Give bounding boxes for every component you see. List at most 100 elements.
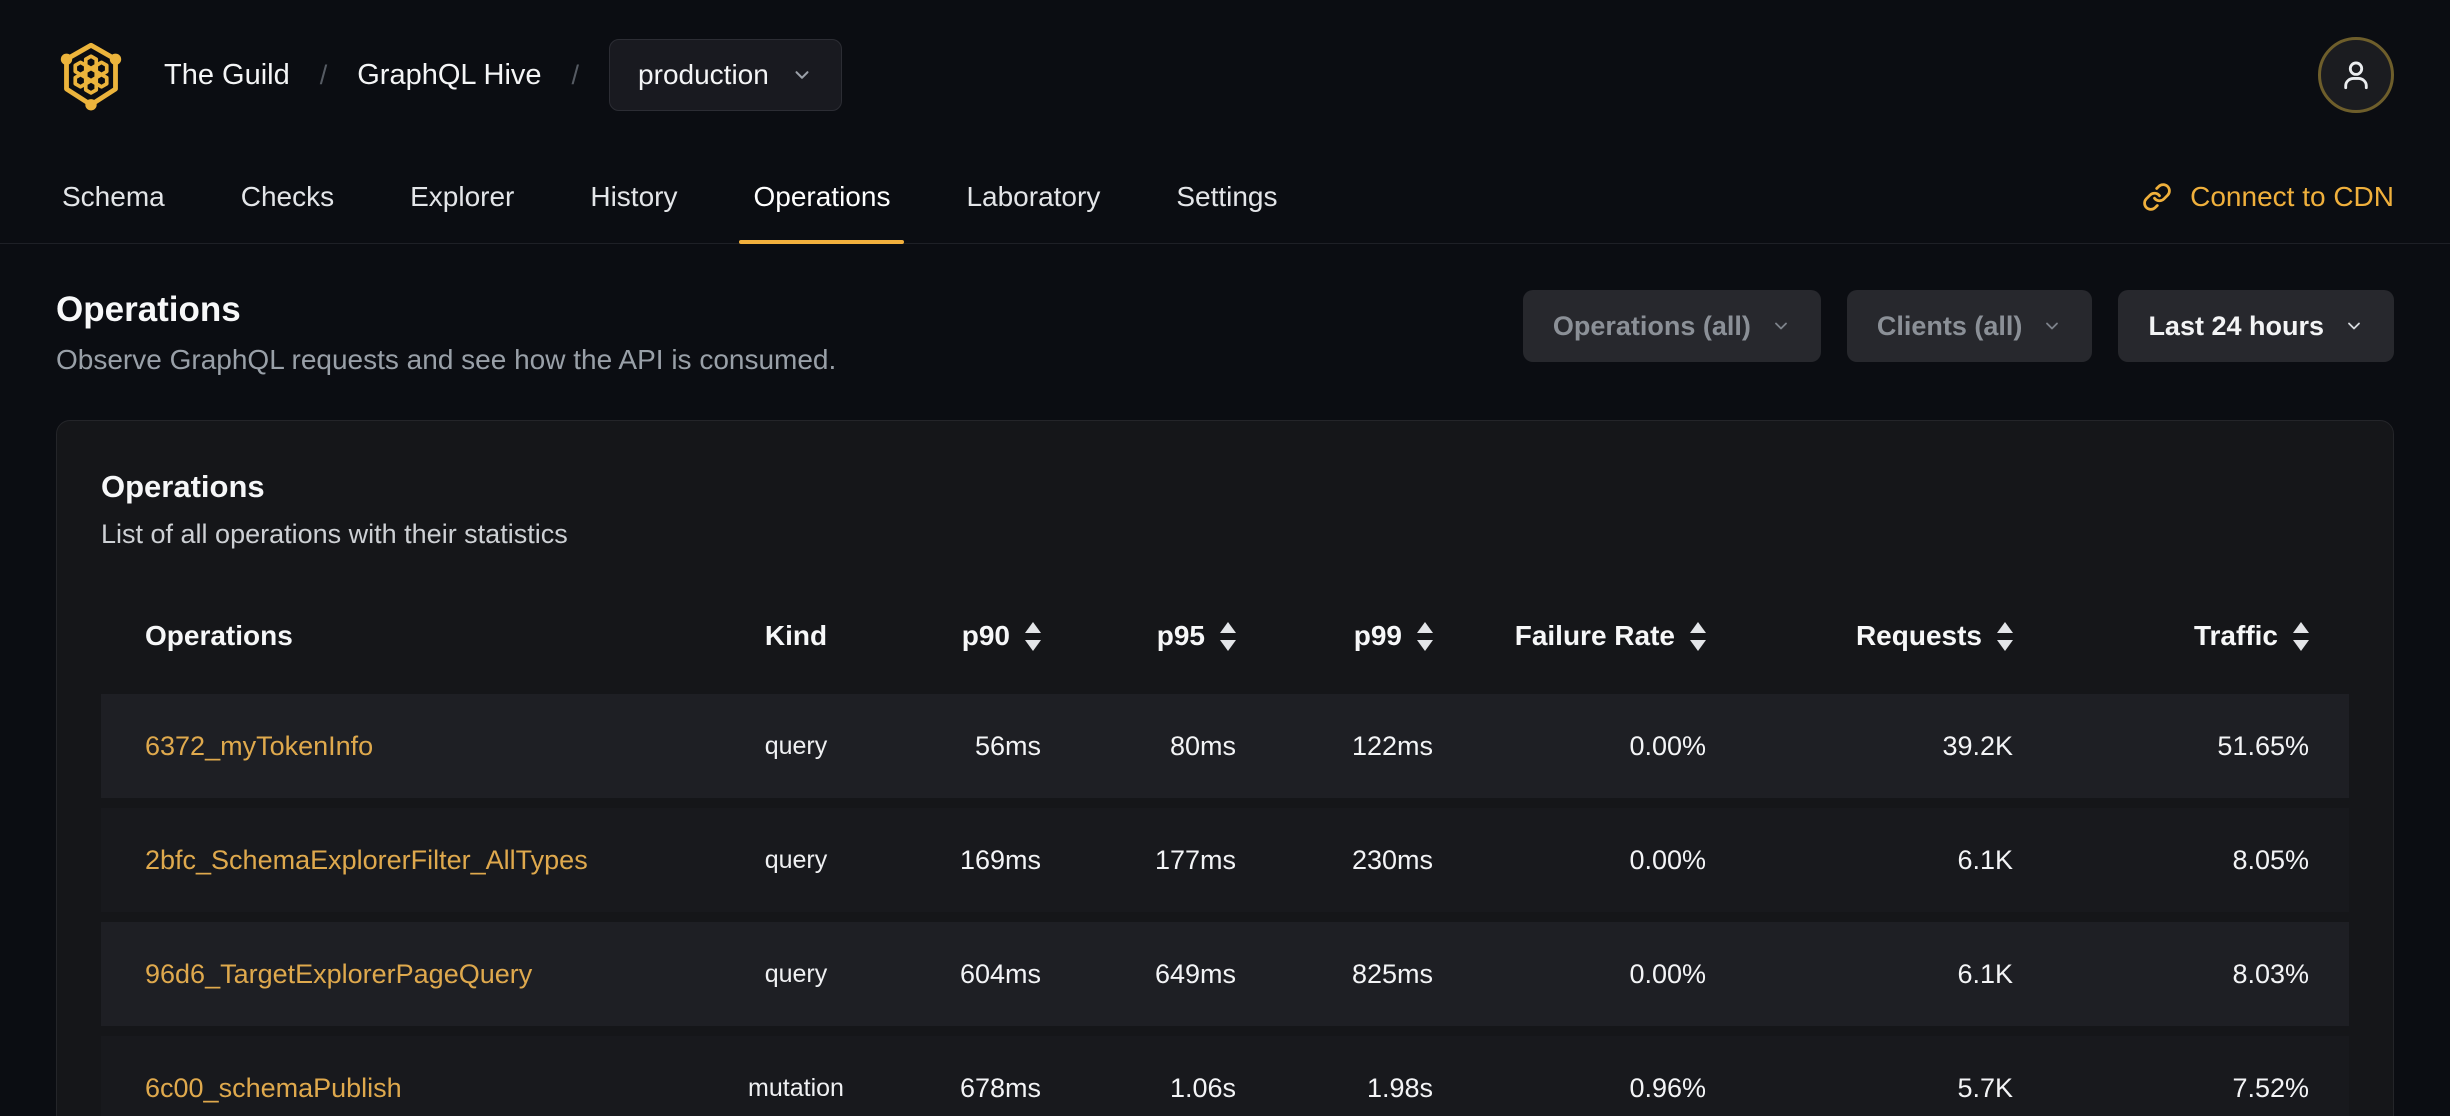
column-header-traffic: Traffic bbox=[2013, 620, 2309, 652]
failure-rate-value: 0.00% bbox=[1629, 844, 1706, 875]
tab-explorer[interactable]: Explorer bbox=[404, 150, 520, 243]
table-header-row: Operations Kind p90 p95 p99 Failure Rate… bbox=[101, 588, 2349, 684]
tab-schema[interactable]: Schema bbox=[56, 150, 171, 243]
operations-card: Operations List of all operations with t… bbox=[56, 420, 2394, 1116]
operation-kind: query bbox=[764, 959, 828, 988]
p95-value: 649ms bbox=[1154, 958, 1236, 989]
operations-filter-label: Operations (all) bbox=[1552, 310, 1751, 341]
operation-kind: query bbox=[764, 731, 828, 760]
page-header: Operations Observe GraphQL requests and … bbox=[56, 290, 2394, 376]
app-header: The Guild / GraphQL Hive / production bbox=[0, 0, 2450, 150]
user-avatar-button[interactable] bbox=[2318, 37, 2394, 113]
sort-desc-icon bbox=[1690, 639, 1706, 651]
failure-rate-value: 0.00% bbox=[1629, 730, 1706, 761]
chevron-down-icon bbox=[1774, 322, 1787, 330]
operation-name-link[interactable]: 6372_myTokenInfo bbox=[101, 731, 661, 762]
p99-value: 122ms bbox=[1351, 730, 1433, 761]
chevron-down-icon bbox=[795, 71, 809, 79]
tab-history[interactable]: History bbox=[584, 150, 683, 243]
sort-toggle-failure-rate[interactable] bbox=[1690, 621, 1706, 651]
failure-rate-value: 0.00% bbox=[1629, 958, 1706, 989]
traffic-value: 8.03% bbox=[2232, 958, 2309, 989]
sort-asc-icon bbox=[1690, 621, 1706, 633]
date-range-dropdown[interactable]: Last 24 hours bbox=[2118, 290, 2394, 362]
column-header-operations: Operations bbox=[145, 620, 293, 651]
operation-name-link[interactable]: 2bfc_SchemaExplorerFilter_AllTypes bbox=[101, 845, 661, 876]
tab-settings[interactable]: Settings bbox=[1170, 150, 1283, 243]
table-row[interactable]: 6c00_schemaPublish mutation 678ms 1.06s … bbox=[101, 1036, 2349, 1116]
sort-desc-icon bbox=[1220, 639, 1236, 651]
p90-value: 169ms bbox=[959, 844, 1041, 875]
column-header-p99: p99 bbox=[1236, 620, 1433, 652]
table-row[interactable]: 6372_myTokenInfo query 56ms 80ms 122ms 0… bbox=[101, 694, 2349, 798]
requests-value: 6.1K bbox=[1957, 844, 2013, 875]
sort-desc-icon bbox=[1025, 639, 1041, 651]
main-content: Operations Observe GraphQL requests and … bbox=[0, 290, 2450, 1116]
link-icon bbox=[2143, 182, 2171, 211]
p90-value: 604ms bbox=[959, 958, 1041, 989]
requests-value: 5.7K bbox=[1957, 1072, 2013, 1103]
sort-toggle-traffic[interactable] bbox=[2293, 621, 2309, 651]
table-row[interactable]: 96d6_TargetExplorerPageQuery query 604ms… bbox=[101, 922, 2349, 1026]
column-header-p95: p95 bbox=[1041, 620, 1236, 652]
clients-filter-dropdown[interactable]: Clients (all) bbox=[1846, 290, 2093, 362]
operations-filter-dropdown[interactable]: Operations (all) bbox=[1522, 290, 1821, 362]
p99-value: 825ms bbox=[1351, 958, 1433, 989]
p99-value: 230ms bbox=[1351, 844, 1433, 875]
operation-name-link[interactable]: 96d6_TargetExplorerPageQuery bbox=[101, 959, 661, 990]
requests-value: 6.1K bbox=[1957, 958, 2013, 989]
p95-value: 80ms bbox=[1169, 730, 1236, 761]
target-selector-dropdown[interactable]: production bbox=[609, 39, 842, 111]
project-name[interactable]: GraphQL Hive bbox=[357, 59, 541, 92]
operation-name-link[interactable]: 6c00_schemaPublish bbox=[101, 1073, 661, 1104]
breadcrumb-separator: / bbox=[319, 59, 328, 90]
hive-logo-icon[interactable] bbox=[56, 37, 126, 113]
sort-desc-icon bbox=[1417, 639, 1433, 651]
breadcrumb-separator: / bbox=[571, 59, 580, 90]
sort-toggle-requests[interactable] bbox=[1997, 621, 2013, 651]
table-row[interactable]: 2bfc_SchemaExplorerFilter_AllTypes query… bbox=[101, 808, 2349, 912]
date-range-label: Last 24 hours bbox=[2148, 310, 2324, 341]
card-subtitle: List of all operations with their statis… bbox=[101, 519, 568, 549]
user-icon bbox=[2344, 61, 2368, 90]
traffic-value: 8.05% bbox=[2232, 844, 2309, 875]
page-title: Operations bbox=[56, 290, 241, 329]
filter-bar: Operations (all) Clients (all) Last 24 h… bbox=[1522, 290, 2394, 362]
sort-asc-icon bbox=[1220, 621, 1236, 633]
tab-laboratory[interactable]: Laboratory bbox=[960, 150, 1106, 243]
sort-desc-icon bbox=[2293, 639, 2309, 651]
sort-toggle-p90[interactable] bbox=[1025, 621, 1041, 651]
operation-kind: mutation bbox=[748, 1073, 844, 1102]
sort-toggle-p95[interactable] bbox=[1220, 621, 1236, 651]
failure-rate-value: 0.96% bbox=[1629, 1072, 1706, 1103]
column-header-p90: p90 bbox=[931, 620, 1041, 652]
sort-toggle-p99[interactable] bbox=[1417, 621, 1433, 651]
column-header-requests: Requests bbox=[1706, 620, 2013, 652]
p90-value: 56ms bbox=[974, 730, 1041, 761]
clients-filter-label: Clients (all) bbox=[1876, 310, 2023, 341]
sort-desc-icon bbox=[1997, 639, 2013, 651]
connect-to-cdn-label: Connect to CDN bbox=[2190, 180, 2394, 212]
p95-value: 177ms bbox=[1154, 844, 1236, 875]
p95-value: 1.06s bbox=[1169, 1072, 1236, 1103]
sort-asc-icon bbox=[2293, 621, 2309, 633]
chevron-down-icon bbox=[2046, 322, 2059, 330]
operation-kind: query bbox=[764, 845, 828, 874]
target-nav-tabs: Schema Checks Explorer History Operation… bbox=[0, 150, 2450, 244]
page-subtitle: Observe GraphQL requests and see how the… bbox=[56, 344, 837, 375]
sort-asc-icon bbox=[1025, 621, 1041, 633]
p90-value: 678ms bbox=[959, 1072, 1041, 1103]
chevron-down-icon bbox=[2348, 322, 2360, 330]
card-title: Operations bbox=[101, 469, 265, 504]
requests-value: 39.2K bbox=[1942, 730, 2013, 761]
operations-table: Operations Kind p90 p95 p99 Failure Rate… bbox=[101, 588, 2349, 1116]
column-header-kind: Kind bbox=[764, 620, 828, 651]
tab-checks[interactable]: Checks bbox=[235, 150, 340, 243]
sort-asc-icon bbox=[1417, 621, 1433, 633]
tab-operations[interactable]: Operations bbox=[739, 150, 905, 244]
p99-value: 1.98s bbox=[1366, 1072, 1433, 1103]
target-selector-value: production bbox=[638, 59, 769, 90]
connect-to-cdn-button[interactable]: Connect to CDN bbox=[2142, 150, 2394, 243]
traffic-value: 51.65% bbox=[2217, 730, 2309, 761]
org-name[interactable]: The Guild bbox=[164, 59, 290, 92]
